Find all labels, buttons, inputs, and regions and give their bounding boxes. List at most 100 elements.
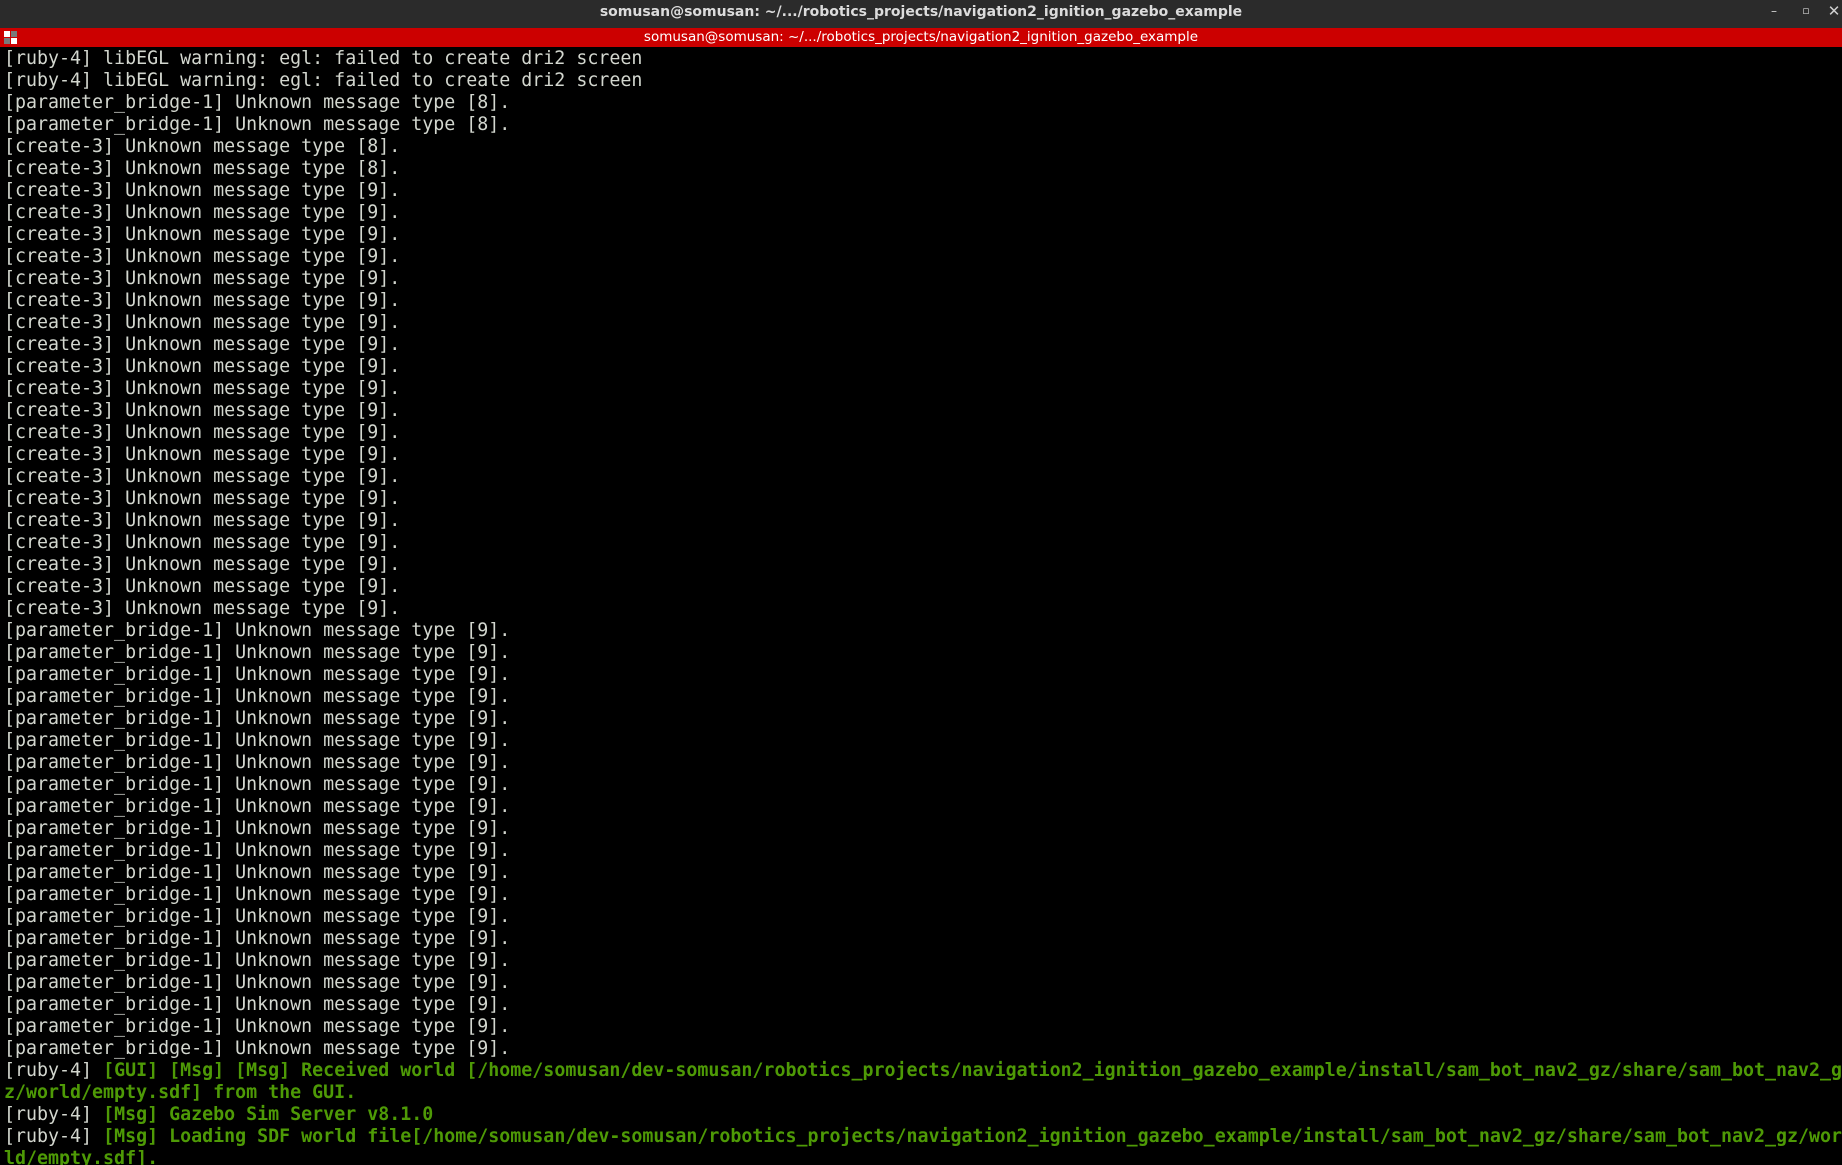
terminal-output[interactable]: [ruby-4] libEGL warning: egl: failed to … [0, 47, 1842, 1165]
log-text: [ruby-4] [4, 1104, 104, 1125]
log-line: [create-3] Unknown message type [9]. [4, 356, 1842, 378]
log-line: [parameter_bridge-1] Unknown message typ… [4, 664, 1842, 686]
log-line: [ruby-4] [Msg] Gazebo Sim Server v8.1.0 [4, 1104, 1842, 1126]
log-text: [create-3] Unknown message type [9]. [4, 356, 401, 377]
log-message-highlight: [GUI] [Msg] [Msg] Received world [/home/… [103, 1060, 1842, 1081]
minimize-button[interactable]: – [1762, 0, 1786, 24]
log-line: [create-3] Unknown message type [9]. [4, 224, 1842, 246]
log-line: [parameter_bridge-1] Unknown message typ… [4, 708, 1842, 730]
log-line: [create-3] Unknown message type [9]. [4, 576, 1842, 598]
log-text: [create-3] Unknown message type [9]. [4, 202, 401, 223]
log-line: [create-3] Unknown message type [9]. [4, 246, 1842, 268]
log-text: [parameter_bridge-1] Unknown message typ… [4, 862, 511, 883]
maximize-icon: ▫ [1802, 4, 1810, 17]
log-line: z/world/empty.sdf] from the GUI. [4, 1082, 1842, 1104]
log-line: [create-3] Unknown message type [9]. [4, 444, 1842, 466]
log-text: [parameter_bridge-1] Unknown message typ… [4, 1016, 511, 1037]
log-message-highlight: z/world/empty.sdf] from the GUI. [4, 1082, 357, 1103]
log-text: [parameter_bridge-1] Unknown message typ… [4, 774, 511, 795]
log-line: [parameter_bridge-1] Unknown message typ… [4, 620, 1842, 642]
log-line: [parameter_bridge-1] Unknown message typ… [4, 730, 1842, 752]
terminal-tab[interactable]: somusan@somusan: ~/.../robotics_projects… [0, 28, 1842, 47]
log-text: [create-3] Unknown message type [9]. [4, 598, 401, 619]
log-line: [create-3] Unknown message type [9]. [4, 400, 1842, 422]
log-line: [parameter_bridge-1] Unknown message typ… [4, 862, 1842, 884]
log-line: [parameter_bridge-1] Unknown message typ… [4, 818, 1842, 840]
log-text: [create-3] Unknown message type [9]. [4, 378, 401, 399]
log-line: [parameter_bridge-1] Unknown message typ… [4, 950, 1842, 972]
log-line: [parameter_bridge-1] Unknown message typ… [4, 884, 1842, 906]
log-line: [parameter_bridge-1] Unknown message typ… [4, 92, 1842, 114]
log-text: [create-3] Unknown message type [9]. [4, 576, 401, 597]
terminal-window: somusan@somusan: ~/.../robotics_projects… [0, 0, 1842, 1165]
log-text: [create-3] Unknown message type [9]. [4, 554, 401, 575]
log-line: [create-3] Unknown message type [9]. [4, 466, 1842, 488]
tab-title: somusan@somusan: ~/.../robotics_projects… [643, 29, 1199, 45]
log-line: [create-3] Unknown message type [9]. [4, 598, 1842, 620]
close-button[interactable]: ✕ [1822, 0, 1842, 24]
log-text: [create-3] Unknown message type [9]. [4, 400, 401, 421]
log-line: [parameter_bridge-1] Unknown message typ… [4, 840, 1842, 862]
log-line: [parameter_bridge-1] Unknown message typ… [4, 1038, 1842, 1060]
log-line: [parameter_bridge-1] Unknown message typ… [4, 752, 1842, 774]
log-line: [ruby-4] [Msg] Loading SDF world file[/h… [4, 1126, 1842, 1148]
close-icon: ✕ [1827, 2, 1841, 20]
log-text: [create-3] Unknown message type [9]. [4, 312, 401, 333]
log-line: [create-3] Unknown message type [9]. [4, 378, 1842, 400]
log-line: [parameter_bridge-1] Unknown message typ… [4, 1016, 1842, 1038]
log-line: [parameter_bridge-1] Unknown message typ… [4, 774, 1842, 796]
terminal-icon [4, 31, 17, 44]
log-text: [ruby-4] [4, 1060, 104, 1081]
log-text: [create-3] Unknown message type [8]. [4, 158, 401, 179]
log-text: [parameter_bridge-1] Unknown message typ… [4, 686, 511, 707]
log-line: [create-3] Unknown message type [9]. [4, 554, 1842, 576]
log-text: [create-3] Unknown message type [9]. [4, 444, 401, 465]
log-line: [parameter_bridge-1] Unknown message typ… [4, 906, 1842, 928]
log-line: [create-3] Unknown message type [8]. [4, 158, 1842, 180]
log-text: [parameter_bridge-1] Unknown message typ… [4, 730, 511, 751]
log-text: [parameter_bridge-1] Unknown message typ… [4, 664, 511, 685]
title-bar[interactable]: somusan@somusan: ~/.../robotics_projects… [0, 0, 1842, 28]
log-output: [ruby-4] libEGL warning: egl: failed to … [0, 47, 1842, 1165]
log-line: [ruby-4] libEGL warning: egl: failed to … [4, 70, 1842, 92]
log-line: [parameter_bridge-1] Unknown message typ… [4, 686, 1842, 708]
log-text: [parameter_bridge-1] Unknown message typ… [4, 1038, 511, 1059]
log-line: [parameter_bridge-1] Unknown message typ… [4, 642, 1842, 664]
maximize-button[interactable]: ▫ [1794, 0, 1818, 24]
log-text: [parameter_bridge-1] Unknown message typ… [4, 642, 511, 663]
log-text: [parameter_bridge-1] Unknown message typ… [4, 796, 511, 817]
log-text: [parameter_bridge-1] Unknown message typ… [4, 708, 511, 729]
log-line: [create-3] Unknown message type [8]. [4, 136, 1842, 158]
log-line: [create-3] Unknown message type [9]. [4, 268, 1842, 290]
log-line: [parameter_bridge-1] Unknown message typ… [4, 994, 1842, 1016]
log-text: [parameter_bridge-1] Unknown message typ… [4, 840, 511, 861]
window-title: somusan@somusan: ~/.../robotics_projects… [599, 4, 1243, 20]
log-line: [create-3] Unknown message type [9]. [4, 422, 1842, 444]
log-text: [parameter_bridge-1] Unknown message typ… [4, 92, 511, 113]
log-text: [create-3] Unknown message type [9]. [4, 268, 401, 289]
log-text: [ruby-4] libEGL warning: egl: failed to … [4, 48, 643, 69]
log-line: [parameter_bridge-1] Unknown message typ… [4, 114, 1842, 136]
log-message-highlight: [Msg] Loading SDF world file[/home/somus… [103, 1126, 1842, 1147]
log-text: [parameter_bridge-1] Unknown message typ… [4, 114, 511, 135]
log-text: [ruby-4] [4, 1126, 104, 1147]
log-line: [ruby-4] libEGL warning: egl: failed to … [4, 48, 1842, 70]
log-text: [parameter_bridge-1] Unknown message typ… [4, 752, 511, 773]
log-line: [create-3] Unknown message type [9]. [4, 290, 1842, 312]
log-text: [create-3] Unknown message type [9]. [4, 180, 401, 201]
log-line: [parameter_bridge-1] Unknown message typ… [4, 928, 1842, 950]
log-text: [parameter_bridge-1] Unknown message typ… [4, 950, 511, 971]
log-text: [create-3] Unknown message type [9]. [4, 290, 401, 311]
log-text: [create-3] Unknown message type [8]. [4, 136, 401, 157]
log-text: [create-3] Unknown message type [9]. [4, 532, 401, 553]
log-line: [create-3] Unknown message type [9]. [4, 180, 1842, 202]
log-line: [create-3] Unknown message type [9]. [4, 202, 1842, 224]
log-line: [create-3] Unknown message type [9]. [4, 334, 1842, 356]
log-line: [create-3] Unknown message type [9]. [4, 532, 1842, 554]
log-line: [create-3] Unknown message type [9]. [4, 312, 1842, 334]
log-text: [parameter_bridge-1] Unknown message typ… [4, 620, 511, 641]
log-message-highlight: [Msg] Gazebo Sim Server v8.1.0 [103, 1104, 434, 1125]
log-text: [create-3] Unknown message type [9]. [4, 334, 401, 355]
log-line: ld/empty.sdf]. [4, 1148, 1842, 1165]
log-text: [create-3] Unknown message type [9]. [4, 224, 401, 245]
